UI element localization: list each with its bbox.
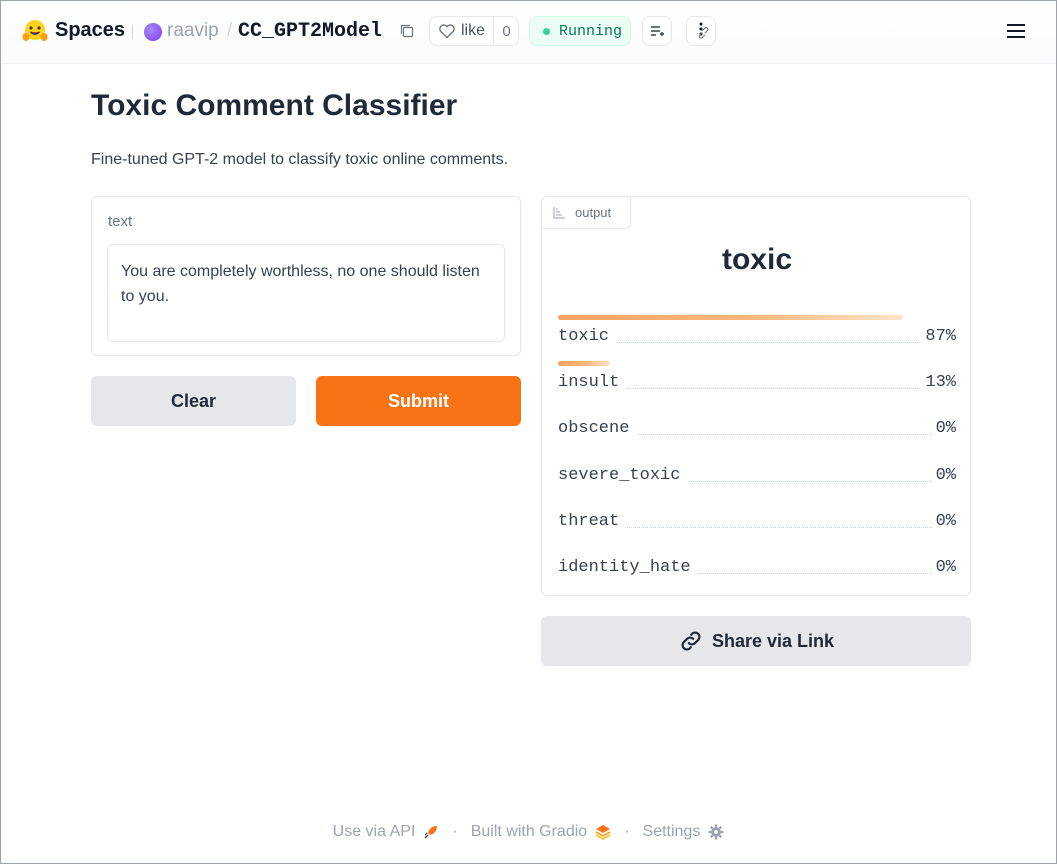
predicted-label: toxic xyxy=(721,243,793,276)
confidence-percent: 87% xyxy=(921,327,956,346)
output-panel: output toxic toxic 87% insult 13% obscene 0% s… xyxy=(541,196,971,596)
confidence-label: identity_hate xyxy=(558,558,699,577)
text-input[interactable]: You are completely worthless, no one sho… xyxy=(107,244,505,342)
hamburger-menu-icon[interactable] xyxy=(1005,21,1027,41)
clear-button[interactable]: Clear xyxy=(91,376,296,426)
footer-dot: · xyxy=(452,823,458,840)
use-via-api-label: Use via API xyxy=(332,823,416,840)
path-separator: / xyxy=(227,20,233,41)
huggingface-logo[interactable] xyxy=(22,19,48,43)
confidence-bar xyxy=(558,315,903,320)
page-description: Fine-tuned GPT-2 model to classify toxic… xyxy=(91,151,509,168)
confidence-row: obscene 0% xyxy=(558,419,956,443)
status-text: Running xyxy=(559,22,623,40)
share-button[interactable]: Share via Link xyxy=(541,616,971,666)
confidence-row: identity_hate 0% xyxy=(558,558,956,582)
confidence-percent: 0% xyxy=(931,558,956,577)
confidence-row: threat 0% xyxy=(558,511,956,536)
confidence-label: threat xyxy=(558,511,628,531)
confidence-label: insult xyxy=(558,373,628,393)
built-with-gradio-label: Built with Gradio xyxy=(470,823,588,840)
list-button[interactable] xyxy=(642,16,672,46)
confidence-row: toxic 87% xyxy=(558,315,956,351)
footer: Use via API · Built with Gradio · Settin… xyxy=(1,823,1056,841)
gear-icon xyxy=(708,824,724,840)
confidence-percent: 13% xyxy=(921,373,956,393)
avatar[interactable] xyxy=(144,23,162,41)
page-title: Toxic Comment Classifier xyxy=(91,89,458,122)
more-options-button[interactable] xyxy=(686,16,716,46)
more-vertical-icon xyxy=(698,22,709,39)
status-dot xyxy=(543,27,550,35)
output-tab-label: output xyxy=(575,205,612,220)
share-button-label: Share via Link xyxy=(711,630,835,651)
like-label: like xyxy=(461,22,486,39)
status-badge: Running xyxy=(529,16,631,46)
output-tab: output xyxy=(542,197,631,229)
confidence-bar xyxy=(558,361,610,367)
list-icon xyxy=(651,26,664,36)
divider xyxy=(132,25,133,39)
settings-link[interactable]: Settings xyxy=(643,823,725,841)
copy-icon[interactable] xyxy=(399,23,415,39)
chart-icon xyxy=(553,206,565,218)
use-via-api-link[interactable]: Use via API xyxy=(333,823,440,841)
confidence-percent: 0% xyxy=(931,511,956,531)
gradio-logo-icon xyxy=(595,825,611,840)
confidence-row: severe_toxic 0% xyxy=(558,465,956,490)
text-input-label: text xyxy=(108,213,133,230)
input-panel: text You are completely worthless, no on… xyxy=(91,196,521,356)
footer-dot: · xyxy=(624,823,630,840)
rocket-icon xyxy=(424,826,438,839)
owner-link[interactable]: raavip xyxy=(167,20,219,42)
confidence-label: obscene xyxy=(558,419,638,439)
link-icon xyxy=(681,631,701,651)
confidence-row: insult 13% xyxy=(558,361,956,397)
confidence-percent: 0% xyxy=(931,465,956,485)
repo-name[interactable]: CC_GPT2Model xyxy=(238,20,382,43)
heart-icon xyxy=(439,24,455,39)
top-bar: Spaces raavip / CC_GPT2Model like 0 Runn… xyxy=(1,1,1056,64)
settings-label: Settings xyxy=(642,823,701,840)
confidence-percent: 0% xyxy=(931,419,956,439)
like-button[interactable]: like 0 xyxy=(429,16,519,46)
spaces-brand[interactable]: Spaces xyxy=(55,19,125,42)
like-count[interactable]: 0 xyxy=(493,17,519,45)
confidence-label: toxic xyxy=(558,327,618,346)
dotted-leader xyxy=(558,342,956,343)
submit-button[interactable]: Submit xyxy=(316,376,521,426)
built-with-gradio-link[interactable]: Built with Gradio xyxy=(471,823,612,841)
confidence-label: severe_toxic xyxy=(558,465,689,485)
